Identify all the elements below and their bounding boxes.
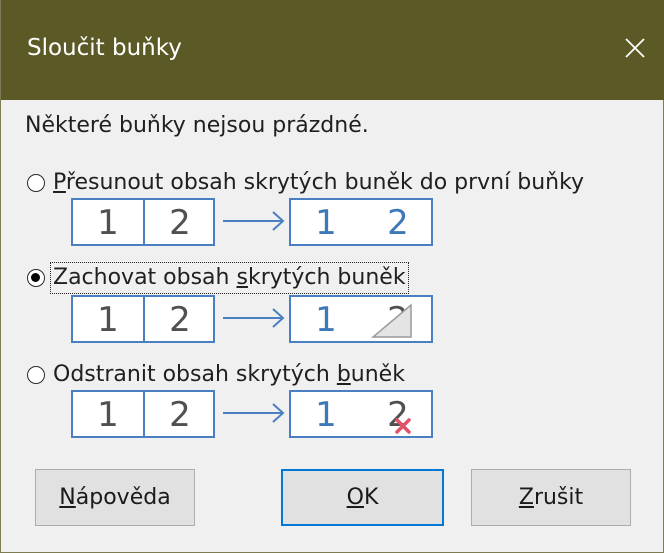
arrow-right-icon: [223, 403, 285, 423]
illustration-keep: 1 2 1 2: [71, 295, 433, 343]
result-cell-1: 1: [315, 395, 337, 435]
radio-keep-contents[interactable]: [27, 269, 45, 287]
option-move-contents[interactable]: Přesunout obsah skrytých buněk do první …: [27, 168, 586, 198]
source-cell-2: 2: [169, 300, 191, 340]
result-cell-1: 1: [315, 300, 337, 340]
help-button[interactable]: Nápověda: [35, 469, 195, 526]
source-cell-1: 1: [97, 203, 119, 243]
result-cell: 1 2: [289, 295, 433, 343]
dialog-title: Sloučit buňky: [27, 35, 182, 61]
radio-move-contents[interactable]: [27, 174, 45, 192]
illustration-move: 1 2 1 2: [71, 198, 433, 246]
option-keep-contents[interactable]: Zachovat obsah skrytých buněk: [27, 262, 409, 294]
title-bar: Sloučit buňky: [1, 0, 664, 100]
source-cells: 1 2: [71, 198, 215, 246]
option-delete-contents-label: Odstranit obsah skrytých buněk: [53, 362, 405, 387]
option-keep-contents-label: Zachovat obsah skrytých buněk: [50, 262, 409, 294]
source-cell-1: 1: [97, 395, 119, 435]
source-cell-1: 1: [97, 300, 119, 340]
source-cell-2: 2: [169, 395, 191, 435]
close-icon: [625, 38, 645, 58]
delete-x-icon: [395, 418, 411, 434]
result-cell-1: 1: [315, 203, 337, 243]
source-cells: 1 2: [71, 295, 215, 343]
arrow-right-icon: [223, 211, 285, 231]
result-cell-2: 2: [387, 203, 409, 243]
arrow-right-icon: [223, 308, 285, 328]
result-cell: 1 2: [289, 390, 433, 438]
source-cells: 1 2: [71, 390, 215, 438]
illustration-delete: 1 2 1 2: [71, 390, 433, 438]
result-cell: 1 2: [289, 198, 433, 246]
close-button[interactable]: [615, 28, 655, 68]
merge-cells-dialog: Sloučit buňky Některé buňky nejsou prázd…: [0, 0, 664, 553]
ok-button[interactable]: OK: [281, 469, 444, 526]
option-move-contents-label: Přesunout obsah skrytých buněk do první …: [53, 170, 585, 195]
prompt-text: Některé buňky nejsou prázdné.: [25, 113, 369, 138]
radio-delete-contents[interactable]: [27, 366, 45, 384]
source-cell-2: 2: [169, 203, 191, 243]
option-delete-contents[interactable]: Odstranit obsah skrytých buněk: [27, 360, 407, 390]
hidden-content-triangle-icon: [370, 303, 412, 338]
cancel-button[interactable]: Zrušit: [471, 469, 631, 526]
